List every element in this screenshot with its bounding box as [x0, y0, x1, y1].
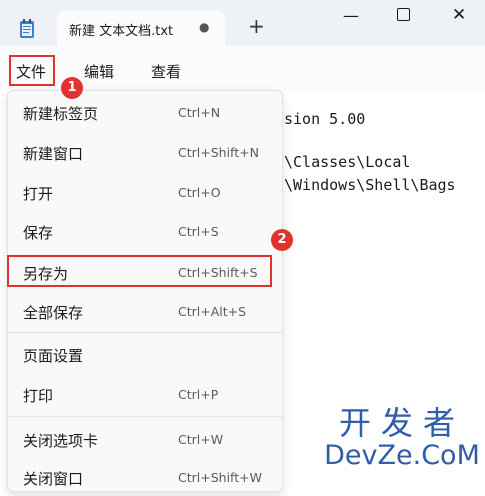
- menu-separator: [8, 332, 282, 333]
- menu-item-shortcut: Ctrl+Shift+N: [178, 145, 259, 160]
- menu-item-shortcut: Ctrl+Alt+S: [178, 304, 247, 319]
- menu-item-shortcut: Ctrl+S: [178, 224, 219, 239]
- annotation-box-save-as: [7, 255, 272, 287]
- menu-item-shortcut: Ctrl+Shift+W: [178, 470, 262, 485]
- unsaved-indicator-icon[interactable]: ●: [199, 20, 209, 34]
- editor-line: \Windows\Shell\Bags: [284, 176, 456, 194]
- annotation-badge-1: 1: [61, 77, 83, 99]
- menu-item-shortcut: Ctrl+W: [178, 432, 224, 447]
- menu-item-close-tab[interactable]: 关闭选项卡 Ctrl+W: [8, 420, 282, 458]
- watermark-cn: 开发者: [338, 404, 465, 442]
- new-tab-button[interactable]: +: [248, 16, 265, 36]
- watermark-en: DevZe.CoM: [324, 440, 480, 471]
- editor-line: sion 5.00: [284, 110, 366, 128]
- menu-item-label: 打印: [23, 387, 54, 405]
- menu-item-new-window[interactable]: 新建窗口 Ctrl+Shift+N: [8, 133, 282, 171]
- minimize-button[interactable]: —: [343, 6, 359, 25]
- menu-edit[interactable]: 编辑: [84, 61, 114, 82]
- menu-item-print[interactable]: 打印 Ctrl+P: [8, 375, 282, 413]
- annotation-badge-2: 2: [271, 229, 293, 251]
- file-menu-dropdown: 新建标签页 Ctrl+N 新建窗口 Ctrl+Shift+N 打开 Ctrl+O…: [7, 90, 283, 492]
- menu-view[interactable]: 查看: [151, 61, 181, 82]
- tab-title: 新建 文本文档.txt: [69, 24, 174, 39]
- menu-item-label: 全部保存: [23, 304, 84, 322]
- menu-item-label: 打开: [23, 185, 54, 203]
- editor-line: \Classes\Local: [284, 153, 411, 171]
- menu-item-save[interactable]: 保存 Ctrl+S: [8, 212, 282, 250]
- watermark-logo: 开发者 DevZe.CoM: [322, 405, 482, 471]
- menu-item-save-all[interactable]: 全部保存 Ctrl+Alt+S: [8, 292, 282, 330]
- menu-item-label: 保存: [23, 224, 54, 242]
- menu-item-label: 关闭窗口: [23, 470, 84, 488]
- maximize-button[interactable]: [397, 8, 410, 21]
- menu-item-close-window[interactable]: 关闭窗口 Ctrl+Shift+W: [8, 458, 282, 496]
- document-tab[interactable]: 新建 文本文档.txt ●: [57, 10, 225, 47]
- menu-item-label: 新建标签页: [23, 105, 99, 123]
- menu-item-shortcut: Ctrl+O: [178, 185, 221, 200]
- menu-item-shortcut: Ctrl+N: [178, 105, 221, 120]
- close-button[interactable]: ✕: [452, 5, 466, 25]
- menu-item-page-setup[interactable]: 页面设置: [8, 335, 282, 373]
- annotation-box-file: [9, 55, 55, 86]
- menu-item-label: 页面设置: [23, 347, 84, 365]
- menu-item-label: 新建窗口: [23, 145, 84, 163]
- notepad-icon: [20, 19, 34, 38]
- title-bar: 新建 文本文档.txt ● + — ✕: [0, 0, 485, 47]
- menu-item-open[interactable]: 打开 Ctrl+O: [8, 173, 282, 211]
- menu-item-new-tab[interactable]: 新建标签页 Ctrl+N: [8, 93, 282, 131]
- menu-separator: [8, 416, 282, 417]
- menu-item-shortcut: Ctrl+P: [178, 387, 219, 402]
- menu-item-label: 关闭选项卡: [23, 432, 99, 450]
